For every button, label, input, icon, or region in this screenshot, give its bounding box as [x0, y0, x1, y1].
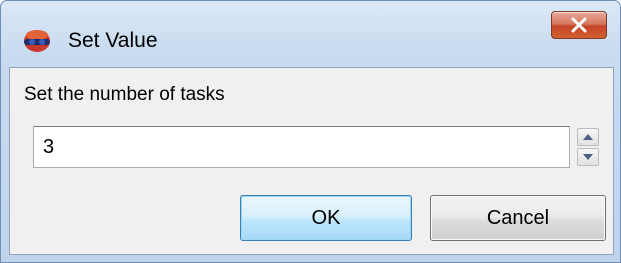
close-icon: [571, 17, 587, 33]
app-icon: [21, 29, 53, 53]
prompt-label: Set the number of tasks: [24, 84, 225, 105]
spin-down-button[interactable]: [577, 148, 599, 166]
arrow-down-icon: [583, 154, 593, 160]
task-count-spinner: [33, 126, 607, 168]
cancel-button[interactable]: Cancel: [430, 195, 606, 241]
spin-up-button[interactable]: [577, 128, 599, 146]
task-count-input[interactable]: [33, 126, 570, 168]
close-button[interactable]: [551, 11, 607, 39]
title-bar[interactable]: Set Value: [1, 1, 620, 65]
spin-buttons: [577, 128, 599, 166]
window-title: Set Value: [68, 29, 158, 52]
arrow-up-icon: [583, 134, 593, 140]
ok-button[interactable]: OK: [240, 195, 412, 241]
